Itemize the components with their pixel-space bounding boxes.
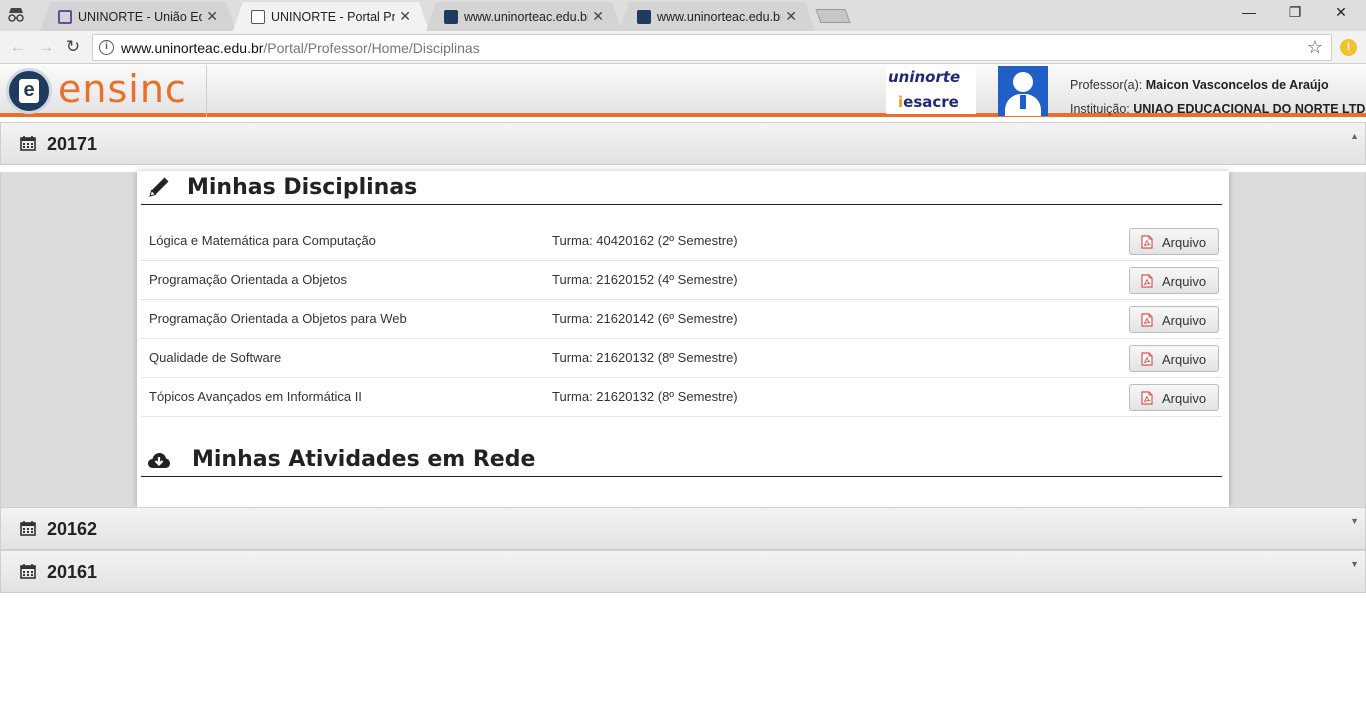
url-text[interactable]: www.uninorteac.edu.br/Portal/Professor/H… [121, 40, 480, 56]
avatar-tie [1020, 95, 1026, 109]
minimize-button[interactable]: — [1226, 4, 1272, 24]
site-header: e ensinc uninorte iesacre Professor(a): … [0, 65, 1366, 117]
extension-alert-icon[interactable]: ! [1340, 39, 1357, 56]
arquivo-button[interactable]: Arquivo [1129, 228, 1219, 255]
table-row: Qualidade de Software Turma: 21620132 (8º… [141, 339, 1222, 378]
table-row: Programação Orientada a Objetos para Web… [141, 300, 1222, 339]
disciplinas-section-title: Minhas Disciplinas [141, 171, 1222, 205]
atividades-section-title: Minhas Atividades em Rede [141, 443, 1222, 477]
url-path: /Portal/Professor/Home/Disciplinas [263, 40, 480, 56]
tab-title: www.uninorteac.edu.br/P [657, 10, 780, 24]
institution-label: Instituição: [1070, 102, 1130, 116]
calendar-icon [20, 136, 36, 151]
info-icon[interactable]: i [99, 40, 114, 55]
close-window-button[interactable]: ✕ [1318, 4, 1364, 24]
browser-tab-4[interactable]: www.uninorteac.edu.br/P ✕ [619, 2, 815, 31]
ensinc-logo-icon[interactable]: e [6, 68, 52, 114]
professor-name: Maicon Vasconcelos de Araújo [1145, 78, 1329, 92]
disciplina-name: Qualidade de Software [149, 350, 282, 365]
arquivo-button[interactable]: Arquivo [1129, 267, 1219, 294]
disciplina-turma: Turma: 21620132 (8º Semestre) [552, 350, 738, 365]
arquivo-button-label: Arquivo [1162, 235, 1207, 250]
tab-title: UNINORTE - Portal Profe [271, 10, 395, 24]
close-icon[interactable]: ✕ [592, 8, 604, 25]
semester-label: 20162 [47, 519, 98, 539]
close-icon[interactable]: ✕ [785, 8, 797, 25]
disciplina-turma: Turma: 40420162 (2º Semestre) [552, 233, 738, 248]
table-row: Programação Orientada a Objetos Turma: 21… [141, 261, 1222, 300]
collapse-caret-icon[interactable]: ▲ [1350, 131, 1359, 141]
arquivo-button-label: Arquivo [1162, 391, 1207, 406]
disciplinas-title: Minhas Disciplinas [187, 175, 418, 200]
avatar[interactable] [998, 66, 1048, 116]
pdf-file-icon [1141, 274, 1153, 288]
institution-name: UNIAO EDUCACIONAL DO NORTE LTDA [1133, 102, 1366, 116]
tab-title: www.uninorteac.edu.br/P [464, 10, 587, 24]
semester-header-20162[interactable]: 20162 ▼ [0, 507, 1366, 550]
pdf-file-icon [1141, 313, 1153, 327]
address-bar[interactable]: i www.uninorteac.edu.br/Portal/Professor… [92, 34, 1332, 61]
forward-arrow-icon[interactable]: → [36, 37, 56, 57]
institution-logos: uninorte iesacre [886, 66, 976, 114]
arquivo-button-label: Arquivo [1162, 274, 1207, 289]
semester-header-20161[interactable]: 20161 ▼ [0, 550, 1366, 593]
arquivo-button[interactable]: Arquivo [1129, 345, 1219, 372]
expand-caret-icon[interactable]: ▼ [1350, 559, 1359, 569]
bookmark-star-icon[interactable]: ☆ [1307, 37, 1323, 58]
pdf-file-icon [1141, 352, 1153, 366]
pdf-file-icon [1141, 391, 1153, 405]
iesacre-logo: iesacre [898, 93, 959, 111]
disciplina-name: Programação Orientada a Objetos [149, 272, 347, 287]
ensinc-logo-text[interactable]: ensinc [58, 67, 187, 111]
professor-info: Professor(a): Maicon Vasconcelos de Araú… [1070, 73, 1366, 121]
semester-header-20171[interactable]: 20171 ▲ [0, 122, 1366, 165]
ensinc-favicon-icon [637, 10, 651, 24]
restore-button[interactable]: ❐ [1272, 4, 1318, 24]
avatar-head [1013, 72, 1033, 92]
expand-caret-icon[interactable]: ▼ [1350, 516, 1359, 526]
calendar-icon [20, 521, 36, 536]
pencil-icon [149, 177, 169, 197]
semester-label: 20161 [47, 562, 98, 582]
disciplina-turma: Turma: 21620142 (6º Semestre) [552, 311, 738, 326]
browser-tab-1[interactable]: UNINORTE - União Educ ✕ [40, 2, 236, 31]
professor-label: Professor(a): [1070, 78, 1143, 92]
table-row: Tópicos Avançados em Informática II Turma… [141, 378, 1222, 417]
new-tab-button[interactable] [815, 9, 851, 23]
page-favicon-icon [251, 10, 265, 24]
browser-toolbar: ← → ↻ i www.uninorteac.edu.br/Portal/Pro… [0, 31, 1366, 64]
close-icon[interactable]: ✕ [206, 8, 218, 25]
calendar-icon [20, 564, 36, 579]
disciplina-turma: Turma: 21620132 (8º Semestre) [552, 389, 738, 404]
disciplina-name: Programação Orientada a Objetos para Web [149, 311, 407, 326]
atividades-title: Minhas Atividades em Rede [192, 447, 536, 472]
arquivo-button-label: Arquivo [1162, 313, 1207, 328]
arquivo-button-label: Arquivo [1162, 352, 1207, 367]
disciplinas-card: Minhas Disciplinas Lógica e Matemática p… [137, 171, 1229, 507]
disciplina-name: Tópicos Avançados em Informática II [149, 389, 362, 404]
close-icon[interactable]: ✕ [399, 8, 411, 25]
browser-tab-bar: UNINORTE - União Educ ✕ UNINORTE - Porta… [0, 0, 1366, 31]
arquivo-button[interactable]: Arquivo [1129, 384, 1219, 411]
logo-letter: e [19, 79, 39, 103]
disciplina-name: Lógica e Matemática para Computação [149, 233, 376, 248]
reload-icon[interactable]: ↻ [63, 37, 83, 57]
url-host: www.uninorteac.edu.br [121, 40, 264, 56]
back-arrow-icon[interactable]: ← [8, 37, 28, 57]
browser-tab-2[interactable]: UNINORTE - Portal Profe ✕ [233, 2, 429, 31]
uninorte-favicon-icon [58, 10, 72, 24]
header-divider [206, 65, 207, 117]
uninorte-logo: uninorte [888, 68, 961, 86]
disciplina-turma: Turma: 21620152 (4º Semestre) [552, 272, 738, 287]
browser-tab-3[interactable]: www.uninorteac.edu.br/P ✕ [426, 2, 622, 31]
semester-label: 20171 [47, 134, 98, 154]
table-row: Lógica e Matemática para Computação Turma… [141, 222, 1222, 261]
arquivo-button[interactable]: Arquivo [1129, 306, 1219, 333]
incognito-icon [6, 6, 26, 24]
pdf-file-icon [1141, 235, 1153, 249]
cloud-download-icon [148, 453, 170, 468]
tab-title: UNINORTE - União Educ [78, 10, 199, 24]
ensinc-favicon-icon [444, 10, 458, 24]
